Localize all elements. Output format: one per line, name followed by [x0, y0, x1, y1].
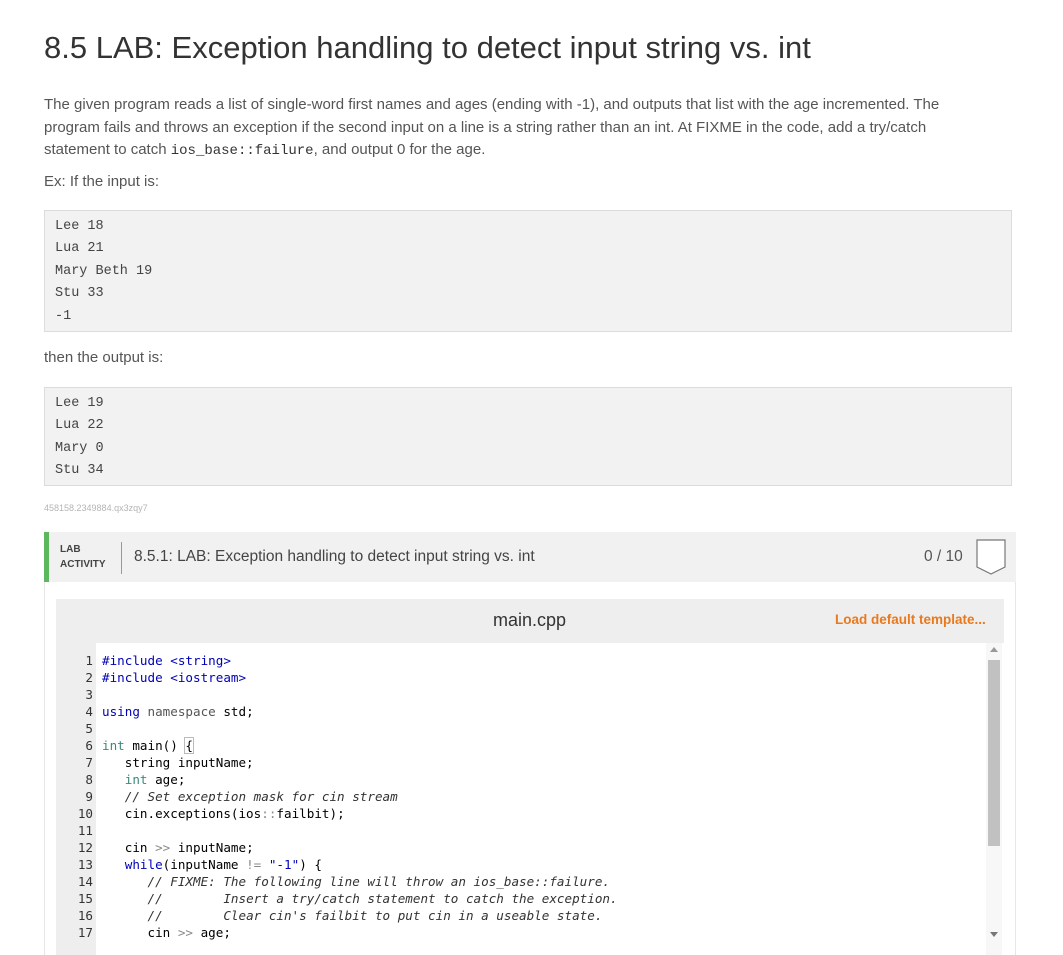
example-input-box: Lee 18 Lua 21 Mary Beth 19 Stu 33 -1 [44, 210, 1012, 332]
line-number: 13 [77, 857, 93, 872]
lab-score: 0 / 10 [924, 548, 963, 565]
code-line-text: while(inputName != "-1") { [124, 857, 322, 872]
line-number: 8 [85, 772, 93, 787]
code-line: 6 int main() { [56, 737, 986, 754]
code-line: 10 cin.exceptions(ios::failbit); [56, 805, 986, 822]
line-number: 12 [77, 840, 93, 855]
code-line-text: string inputName; [102, 755, 254, 770]
line-number: 5 [85, 721, 93, 736]
code-line-text: #include <iostream> [102, 670, 247, 685]
page-title: 8.5 LAB: Exception handling to detect in… [44, 30, 811, 65]
line-number: 14 [77, 874, 93, 889]
code-line: 8 int age; [56, 771, 986, 788]
example-output-box: Lee 19 Lua 22 Mary 0 Stu 34 [44, 387, 1012, 486]
lab-divider [121, 542, 122, 574]
lab-tag-line1: LAB [60, 544, 81, 555]
code-line: 17 cin >> age; [56, 924, 986, 941]
scroll-down-arrow-icon[interactable] [990, 932, 998, 937]
input-line: Stu 33 [55, 286, 104, 302]
code-line: 13 while(inputName != "-1") { [56, 856, 986, 873]
editor-header: main.cpp Load default template... [56, 599, 1004, 643]
line-number: 6 [85, 738, 93, 753]
line-number: 2 [85, 670, 93, 685]
line-number: 11 [77, 823, 93, 838]
output-line: Mary 0 [55, 440, 104, 456]
lab-activity-header: LAB ACTIVITY 8.5.1: LAB: Exception handl… [44, 532, 1016, 582]
file-name: main.cpp [493, 610, 567, 630]
input-line: Lua 21 [55, 241, 104, 257]
input-line: -1 [55, 308, 72, 324]
input-line: Mary Beth 19 [55, 263, 153, 279]
code-line: 1 #include <string> [56, 652, 986, 669]
output-line: Stu 34 [55, 463, 104, 479]
editor-scrollbar[interactable] [986, 643, 1002, 955]
problem-description: The given program reads a list of single… [44, 94, 994, 163]
line-number: 9 [85, 789, 93, 804]
code-text-area[interactable]: 1 #include <string> 2 #include <iostream> … [56, 652, 986, 941]
output-label: then the output is: [44, 349, 164, 366]
code-line: 2 #include <iostream> [56, 669, 986, 686]
code-line: 14 // FIXME: The following line will thr… [56, 873, 986, 890]
code-editor: main.cpp Load default template... 1 #incl… [56, 599, 1004, 955]
lab-tag-line2: ACTIVITY [60, 559, 106, 570]
load-default-template-button[interactable]: Load default template... [835, 612, 986, 627]
output-line: Lee 19 [55, 396, 104, 411]
code-line: 11 [56, 822, 986, 839]
description-text-2: , and output 0 for the age. [313, 141, 486, 158]
code-line: 3 [56, 686, 986, 703]
line-number: 1 [85, 653, 93, 668]
code-line-text: cin >> age; [102, 925, 231, 940]
line-number: 4 [85, 704, 93, 719]
line-number: 10 [77, 806, 93, 821]
lab-activity-title: 8.5.1: LAB: Exception handling to detect… [134, 548, 535, 565]
code-line: 4 using namespace std; [56, 703, 986, 720]
activity-id: 458158.2349884.qx3zqy7 [44, 503, 148, 513]
scrollbar-thumb[interactable] [988, 660, 1000, 846]
code-line-text: // Clear cin's failbit to put cin in a u… [147, 908, 603, 923]
code-line: 5 [56, 720, 986, 737]
lab-accent-bar [44, 532, 49, 582]
code-line: 15 // Insert a try/catch statement to ca… [56, 890, 986, 907]
output-line: Lua 22 [55, 418, 104, 434]
line-number: 7 [85, 755, 93, 770]
code-line-text: int age; [124, 772, 186, 787]
inline-code: ios_base::failure [170, 143, 314, 159]
completion-badge-icon [976, 539, 1006, 575]
code-line-text: cin >> inputName; [102, 840, 254, 855]
code-line-text: int main() { [102, 737, 194, 754]
code-line: 16 // Clear cin's failbit to put cin in … [56, 907, 986, 924]
code-line-text: using namespace std; [102, 704, 254, 719]
code-line-text: // Set exception mask for cin stream [124, 789, 398, 804]
code-line: 7 string inputName; [56, 754, 986, 771]
code-line-text: cin.exceptions(ios::failbit); [102, 806, 345, 821]
code-line: 12 cin >> inputName; [56, 839, 986, 856]
example-label: Ex: If the input is: [44, 173, 160, 190]
line-number: 15 [77, 891, 93, 906]
code-line: 9 // Set exception mask for cin stream [56, 788, 986, 805]
code-line-text: #include <string> [102, 653, 231, 668]
code-line-text: // Insert a try/catch statement to catch… [147, 891, 618, 906]
lab-activity-tag: LAB ACTIVITY [60, 542, 106, 572]
line-number: 16 [77, 908, 93, 923]
code-line-text: // FIXME: The following line will throw … [147, 874, 611, 889]
input-line: Lee 18 [55, 219, 104, 234]
scroll-up-arrow-icon[interactable] [990, 647, 998, 652]
line-number: 17 [77, 925, 93, 940]
line-number: 3 [85, 687, 93, 702]
